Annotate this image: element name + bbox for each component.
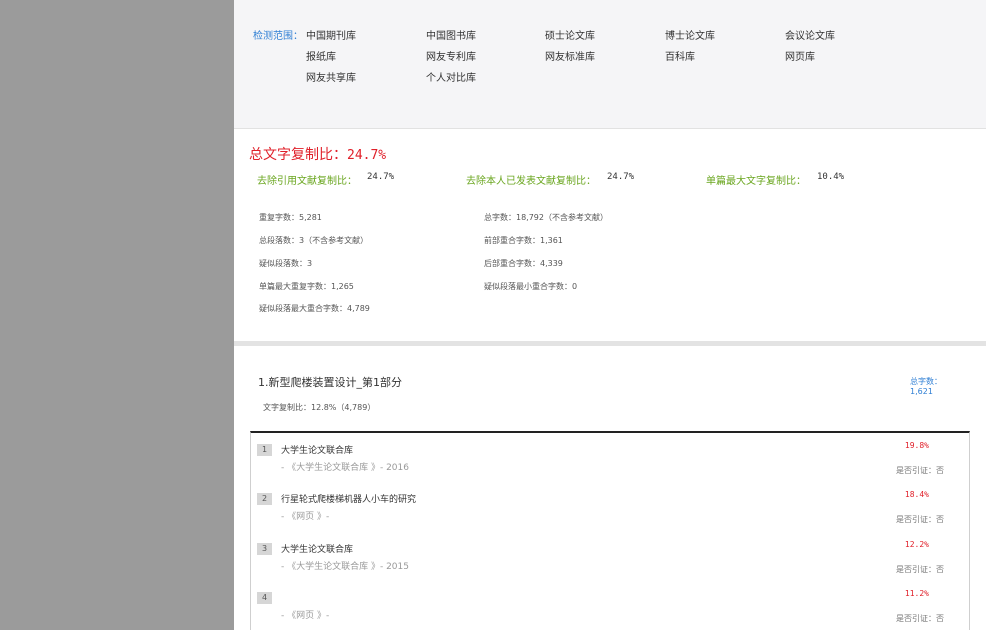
scope-item: 网友共享库 xyxy=(306,73,356,84)
exclude-cite-ratio-value: 24.7% xyxy=(367,172,395,182)
section-divider xyxy=(234,341,986,346)
exclude-self-ratio-label: 去除本人已发表文献复制比： xyxy=(466,176,596,187)
source-item[interactable]: 2 行星轮式爬楼梯机器人小车的研究 - 《网页 》- 18.4% 是否引证：否 xyxy=(251,482,969,531)
source-number-badge: 2 xyxy=(257,493,272,505)
stat-back-overlap: 后部重合字数：4,339 xyxy=(484,259,563,268)
scope-item: 报纸库 xyxy=(306,52,336,63)
source-percentage: 18.4% xyxy=(904,490,929,499)
source-subtitle: - 《大学生论文联合库 》- 2016 xyxy=(281,463,409,473)
document-copy-ratio: 文字复制比：12.8%（4,789） xyxy=(263,403,376,412)
source-title[interactable]: 大学生论文联合库 xyxy=(281,443,353,456)
source-citation-status: 是否引证：否 xyxy=(896,515,944,524)
source-percentage: 11.2% xyxy=(904,589,929,598)
scope-label: 检测范围： xyxy=(253,31,303,42)
source-title[interactable]: 行星轮式爬楼梯机器人小车的研究 xyxy=(281,492,416,505)
source-number-badge: 1 xyxy=(257,444,272,456)
similar-sources-list: 1 大学生论文联合库 - 《大学生论文联合库 》- 2016 19.8% 是否引… xyxy=(250,431,970,630)
exclude-cite-ratio-label: 去除引用文献复制比： xyxy=(257,176,357,187)
document-total-chars-label: 总字数： xyxy=(910,377,942,386)
source-title[interactable]: 大学生论文联合库 xyxy=(281,542,353,555)
scope-item: 硕士论文库 xyxy=(545,31,595,42)
source-number-badge: 4 xyxy=(257,592,272,604)
stat-min-paragraph-overlap: 疑似段落最小重合字数：0 xyxy=(484,282,578,291)
scope-item: 中国图书库 xyxy=(426,31,476,42)
scope-item: 博士论文库 xyxy=(665,31,715,42)
stat-total-chars: 总字数：18,792（不含参考文献） xyxy=(484,213,608,222)
source-citation-status: 是否引证：否 xyxy=(896,565,944,574)
scope-item: 网友专利库 xyxy=(426,52,476,63)
stat-duplicate-chars: 重复字数：5,281 xyxy=(259,213,322,222)
stat-front-overlap: 前部重合字数：1,361 xyxy=(484,236,563,245)
source-item[interactable]: 1 大学生论文联合库 - 《大学生论文联合库 》- 2016 19.8% 是否引… xyxy=(251,433,969,482)
source-subtitle: - 《大学生论文联合库 》- 2015 xyxy=(281,562,409,572)
document-title[interactable]: 1.新型爬楼装置设计_第1部分 xyxy=(258,374,402,390)
scope-item: 中国期刊库 xyxy=(306,31,356,42)
source-number-badge: 3 xyxy=(257,543,272,555)
max-single-ratio-value: 10.4% xyxy=(817,172,845,182)
source-item[interactable]: 4 - 《网页 》- 11.2% 是否引证：否 xyxy=(251,581,969,630)
document-total-chars-value: 1,621 xyxy=(910,387,933,396)
total-copy-ratio: 总文字复制比：24.7% xyxy=(249,144,386,164)
stat-total-paragraphs: 总段落数：3（不含参考文献） xyxy=(259,236,369,245)
scope-item: 网页库 xyxy=(785,52,815,63)
total-copy-ratio-value: 24.7% xyxy=(347,148,387,163)
stat-max-paragraph-overlap: 疑似段落最大重合字数：4,789 xyxy=(259,304,370,313)
scope-item: 个人对比库 xyxy=(426,73,476,84)
source-percentage: 12.2% xyxy=(904,540,929,549)
scope-item: 会议论文库 xyxy=(785,31,835,42)
detection-scope-panel: 检测范围： 中国期刊库 中国图书库 硕士论文库 博士论文库 会议论文库 报纸库 … xyxy=(234,0,986,129)
source-citation-status: 是否引证：否 xyxy=(896,614,944,623)
exclude-self-ratio-value: 24.7% xyxy=(607,172,635,182)
report-page: 检测范围： 中国期刊库 中国图书库 硕士论文库 博士论文库 会议论文库 报纸库 … xyxy=(234,0,986,630)
scope-item: 百科库 xyxy=(665,52,695,63)
source-citation-status: 是否引证：否 xyxy=(896,466,944,475)
source-percentage: 19.8% xyxy=(904,441,929,450)
stat-suspect-paragraphs: 疑似段落数：3 xyxy=(259,259,313,268)
max-single-ratio-label: 单篇最大文字复制比： xyxy=(706,176,806,187)
total-copy-ratio-label: 总文字复制比： xyxy=(249,147,347,163)
scope-item: 网友标准库 xyxy=(545,52,595,63)
source-subtitle: - 《网页 》- xyxy=(281,512,330,522)
source-subtitle: - 《网页 》- xyxy=(281,611,330,621)
source-item[interactable]: 3 大学生论文联合库 - 《大学生论文联合库 》- 2015 12.2% 是否引… xyxy=(251,532,969,581)
stat-max-single-duplicate: 单篇最大重复字数：1,265 xyxy=(259,282,354,291)
